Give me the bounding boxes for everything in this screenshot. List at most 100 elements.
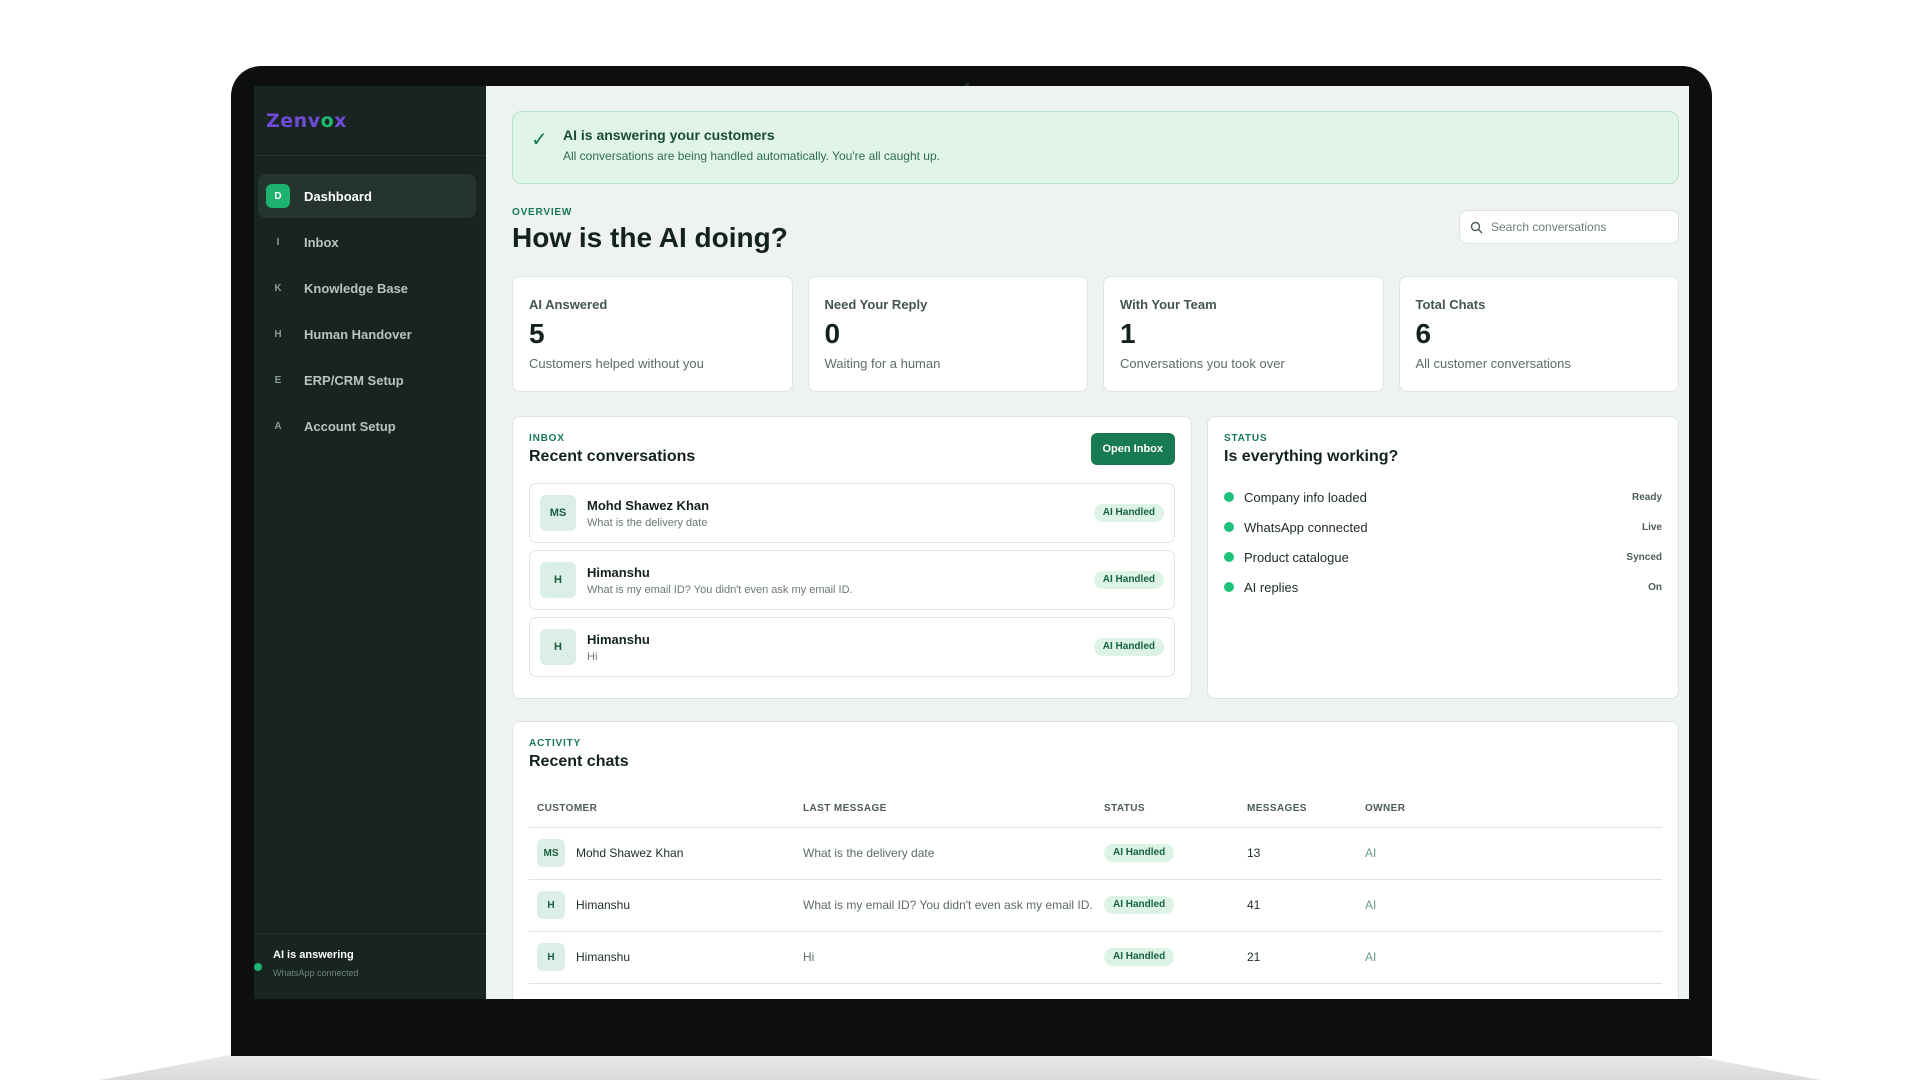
stat-card-need-reply: Need Your Reply 0 Waiting for a human [807,276,1088,392]
customer-name: Mohd Shawez Khan [576,846,684,860]
customer-name: Himanshu [576,898,631,912]
activity-eyebrow: ACTIVITY [529,738,581,749]
owner: AI [1357,827,1662,880]
last-message: Hi [795,931,1096,984]
human-handover-badge: H [274,328,282,340]
status-label: Product catalogue [1244,549,1349,565]
panels-row: INBOX Recent conversations Open Inbox MS… [512,416,1679,699]
knowledge-base-badge: K [274,282,282,294]
avatar: H [540,629,576,665]
stat-card-ai-answered: AI Answered 5 Customers helped without y… [512,276,793,392]
sidebar-item-label: Knowledge Base [304,280,409,296]
search-input[interactable] [1491,220,1671,234]
laptop-base [100,1055,1820,1080]
status-eyebrow: STATUS [1224,433,1268,444]
search-box[interactable] [1459,210,1679,244]
brand-logo[interactable]: Zenvox [254,86,486,156]
inbox-eyebrow: INBOX [529,433,565,444]
banner-subtitle: All conversations are being handled auto… [563,149,940,163]
conversation-message: What is my email ID? You didn't even ask… [587,583,853,596]
last-message: What is my email ID? You didn't even ask… [795,879,1096,932]
ai-status-footer: AI is answering WhatsApp connected [254,933,486,999]
stat-value: 0 [824,318,841,349]
table-row[interactable]: H Himanshu What is my email ID? You didn'… [529,879,1662,932]
last-message: What is the delivery date [795,827,1096,880]
conversation-name: Mohd Shawez Khan [587,497,710,513]
conversation-item[interactable]: H Himanshu Hi AI Handled [529,617,1175,677]
owner: AI [1357,879,1662,932]
open-inbox-button[interactable]: Open Inbox [1090,433,1175,465]
stat-caption: Waiting for a human [824,356,941,371]
status-label: AI replies [1244,579,1299,595]
stat-label: With Your Team [1120,297,1217,312]
status-label: Company info loaded [1244,489,1367,505]
avatar: MS [540,495,576,531]
stat-value: 5 [529,318,545,349]
status-badge: AI Handled [1093,638,1164,656]
erp-crm-badge: E [274,374,282,386]
conversation-list: MS Mohd Shawez Khan What is the delivery… [529,483,1175,677]
status-badge: AI Handled [1093,504,1164,522]
overview-header: OVERVIEW How is the AI doing? [512,184,1679,272]
sidebar-item-account-setup[interactable]: A Account Setup [258,404,476,448]
status-row-whatsapp: WhatsApp connected Live [1224,512,1662,542]
sidebar-item-human-handover[interactable]: H Human Handover [258,312,476,356]
inbox-title: Recent conversations [529,448,696,465]
column-header-last-message[interactable]: LAST MESSAGE [795,791,1096,828]
status-badge: AI Handled [1093,571,1164,589]
table-row[interactable]: MS Mohd Shawez Khan What is the delivery … [529,827,1662,880]
status-value: Ready [1631,491,1662,503]
status-dot [1224,492,1234,502]
stat-card-with-team: With Your Team 1 Conversations you took … [1103,276,1384,392]
sidebar-item-erp-crm-setup[interactable]: E ERP/CRM Setup [258,358,476,402]
status-panel: STATUS Is everything working? Company in… [1207,416,1679,699]
online-indicator [254,963,262,971]
status-badge: AI Handled [1104,948,1175,966]
column-header-owner[interactable]: OWNER [1357,791,1662,828]
status-row-company-info: Company info loaded Ready [1224,482,1662,512]
stat-label: Need Your Reply [824,297,928,312]
status-badge: AI Handled [1104,844,1175,862]
column-header-customer[interactable]: CUSTOMER [529,791,795,828]
column-header-status[interactable]: STATUS [1096,791,1239,828]
dashboard-badge: D [266,184,290,208]
message-count: 13 [1239,827,1357,880]
stat-label: Total Chats [1415,297,1486,312]
sidebar-item-dashboard[interactable]: D Dashboard [258,174,476,218]
stat-caption: All customer conversations [1415,356,1571,371]
activity-panel: ACTIVITY Recent chats CUSTOMER LAST MESS… [512,721,1679,999]
overview-eyebrow: OVERVIEW [512,207,573,218]
table-row[interactable]: H Himanshu Hi AI Handled 21 AI [529,931,1662,984]
status-dot [1224,522,1234,532]
activity-title: Recent chats [529,753,629,770]
message-count: 21 [1239,931,1357,984]
page-title: How is the AI doing? [512,222,788,253]
inbox-panel: INBOX Recent conversations Open Inbox MS… [512,416,1192,699]
stat-caption: Customers helped without you [529,356,704,371]
avatar: H [540,562,576,598]
conversation-item[interactable]: MS Mohd Shawez Khan What is the delivery… [529,483,1175,543]
status-dot [1224,552,1234,562]
status-value: On [1648,581,1662,593]
recent-chats-table: CUSTOMER LAST MESSAGE STATUS MESSAGES OW… [529,791,1662,984]
stat-value: 1 [1120,318,1136,349]
status-label: WhatsApp connected [1244,519,1368,535]
conversation-name: Himanshu [587,564,650,580]
status-banner: ✓ AI is answering your customers All con… [512,111,1679,184]
stat-label: AI Answered [529,297,608,312]
ai-status-subtitle: WhatsApp connected [273,968,359,978]
sidebar-item-knowledge-base[interactable]: K Knowledge Base [258,266,476,310]
conversation-message: What is the delivery date [587,516,708,529]
owner: AI [1357,931,1662,984]
sidebar-item-inbox[interactable]: I Inbox [258,220,476,264]
sidebar-item-label: Dashboard [304,188,372,204]
conversation-item[interactable]: H Himanshu What is my email ID? You didn… [529,550,1175,610]
ai-status-title: AI is answering [273,949,354,961]
column-header-messages[interactable]: MESSAGES [1239,791,1357,828]
avatar: H [537,943,565,971]
sidebar-item-label: ERP/CRM Setup [304,372,404,388]
status-row-product-catalogue: Product catalogue Synced [1224,542,1662,572]
sidebar-nav: D Dashboard I Inbox K Knowledge Base H H… [254,156,486,450]
status-list: Company info loaded Ready WhatsApp conne… [1224,482,1662,602]
stat-caption: Conversations you took over [1120,356,1285,371]
